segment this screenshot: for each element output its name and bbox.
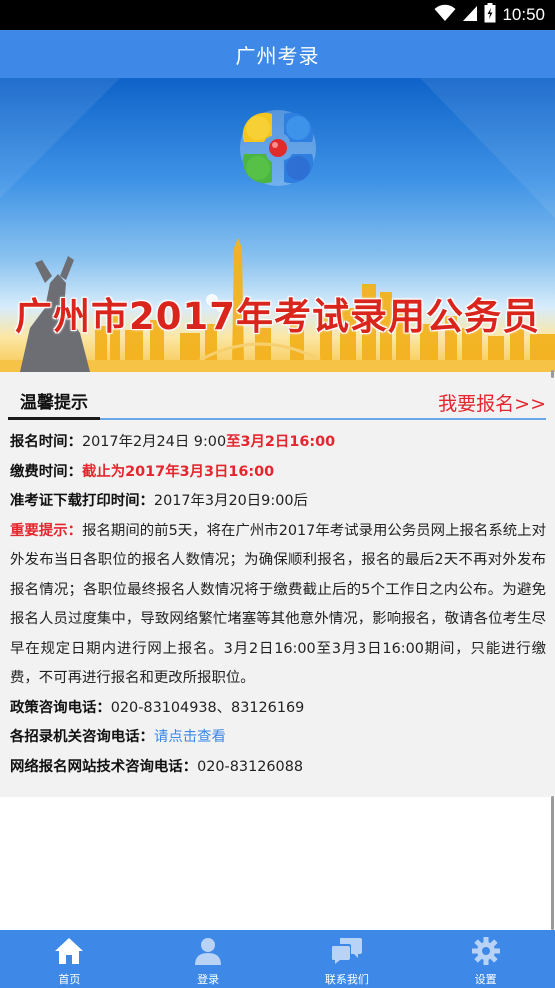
pay-time-row: 缴费时间：截止为2017年3月3日16:00 [10,458,546,488]
pay-time-label: 缴费时间： [10,463,82,480]
tech-phone-value: 020-83126088 [197,758,303,775]
status-bar: 10:50 [0,0,555,30]
user-icon [192,935,224,967]
gear-icon [470,935,502,967]
nav-item-home[interactable]: 首页 [0,930,139,988]
tech-phone-label: 网络报名网站技术咨询电话： [10,758,198,775]
page-scrollbar[interactable] [551,796,554,930]
signup-link[interactable]: 我要报名>> [438,390,546,418]
agency-phone-link[interactable]: 请点击查看 [154,729,226,745]
reg-time-label: 报名时间： [10,434,82,450]
nav-label-settings: 设置 [474,973,497,986]
admit-time-value: 2017年3月20日9:00后 [153,493,308,509]
status-icons: 10:50 [434,3,545,27]
banner-image: 广州市2017年考试录用公务员 [0,78,555,372]
app-title: 广州考录 [235,43,320,68]
bottom-nav: 首页 登录 联系我们 设置 [0,930,555,988]
important-label: 重要提示： [10,522,83,539]
wifi-icon [434,4,456,26]
notice-body: 报名时间：2017年2月24日 9:00至3月2日16:00 缴费时间：截止为2… [10,428,546,782]
home-icon [53,935,85,967]
notice-panel: 温馨提示 我要报名>> 报名时间：2017年2月24日 9:00至3月2日16:… [0,372,555,797]
nav-label-login: 登录 [197,973,220,986]
admit-time-label: 准考证下载打印时间： [10,493,154,509]
tab-tips[interactable]: 温馨提示 [8,390,100,420]
policy-phone-value: 020-83104938、83126169 [110,699,305,716]
nav-item-login[interactable]: 登录 [139,930,278,988]
nav-label-contact: 联系我们 [324,973,369,986]
reg-time-start: 2017年2月24日 9:00 [81,434,227,450]
pay-time-value: 截止为2017年3月3日16:00 [81,463,275,480]
app-bar: 广州考录 [0,30,555,78]
nav-label-home: 首页 [58,973,81,986]
agency-phone-label: 各招录机关咨询电话： [10,729,154,745]
policy-phone-label: 政策咨询电话： [10,699,111,716]
admit-time-row: 准考证下载打印时间：2017年3月20日9:00后 [10,487,546,517]
reg-time-end: 至3月2日16:00 [226,434,336,450]
important-text: 报名期间的前5天，将在广州市2017年考试录用公务员网上报名系统上对外发布当日各… [10,522,546,687]
signal-icon [462,4,478,26]
important-note: 重要提示：报名期间的前5天，将在广州市2017年考试录用公务员网上报名系统上对外… [10,517,546,694]
tech-phone-row: 网络报名网站技术咨询电话：020-83126088 [10,753,546,783]
status-time: 10:50 [502,5,545,24]
reg-time-row: 报名时间：2017年2月24日 9:00至3月2日16:00 [10,428,546,458]
nav-item-contact[interactable]: 联系我们 [278,930,417,988]
logo-icon [240,110,316,186]
chat-icon [331,935,363,967]
policy-phone-row: 政策咨询电话：020-83104938、83126169 [10,694,546,724]
notice-header: 温馨提示 我要报名>> [8,390,546,420]
agency-phone-row: 各招录机关咨询电话：请点击查看 [10,723,546,753]
nav-item-settings[interactable]: 设置 [416,930,555,988]
inner-scrollbar[interactable] [551,370,554,378]
battery-icon [484,3,496,27]
banner-title: 广州市2017年考试录用公务员 [15,295,540,338]
